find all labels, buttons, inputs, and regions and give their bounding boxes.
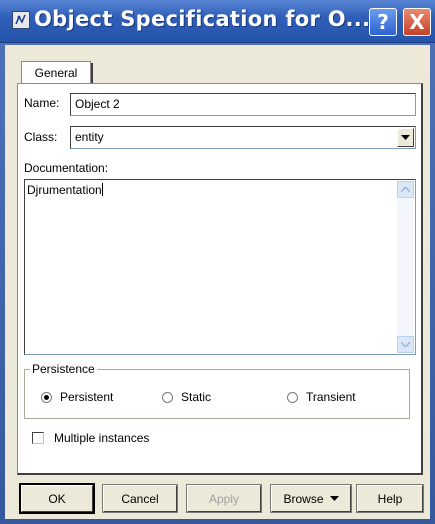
ok-button[interactable]: OK <box>19 483 95 514</box>
radio-persistent-circle[interactable] <box>41 391 52 403</box>
persistence-group: Persistence Persistent Static Transient <box>24 362 410 419</box>
help-icon[interactable]: ? <box>369 8 397 36</box>
ok-label: OK <box>48 491 66 506</box>
scroll-down-icon[interactable] <box>397 336 414 353</box>
persistent-radio[interactable]: Persistent <box>41 390 113 404</box>
cancel-button[interactable]: Cancel <box>102 484 178 513</box>
multiple-instances-label: Multiple instances <box>54 431 150 445</box>
documentation-text: Djrumentation <box>27 183 102 197</box>
class-combo-value: entity <box>75 130 104 144</box>
name-label-text: Name: <box>24 96 60 110</box>
radio-transient-circle[interactable] <box>287 391 298 403</box>
transient-radio[interactable]: Transient <box>287 390 356 404</box>
close-glyph: X <box>409 10 425 34</box>
help-glyph: ? <box>377 10 389 34</box>
name-field-value: Object 2 <box>75 97 120 111</box>
transient-label: Transient <box>306 390 356 404</box>
browse-label: Browse <box>283 491 324 506</box>
persistent-label: Persistent <box>60 390 114 404</box>
cancel-label: Cancel <box>121 491 159 506</box>
class-label-text: Class: <box>24 130 58 144</box>
checkbox-box[interactable] <box>32 432 44 444</box>
multiple-instances-checkbox[interactable]: Multiple instances <box>32 431 149 445</box>
documentation-label-text: Documentation: <box>24 161 109 175</box>
title-bar[interactable]: Object Specification for O... ? X <box>0 0 435 43</box>
apply-label: Apply <box>208 491 240 506</box>
apply-button: Apply <box>186 484 262 513</box>
scroll-up-icon[interactable] <box>397 181 414 198</box>
help-label: Help <box>377 491 403 506</box>
close-icon[interactable]: X <box>403 8 431 36</box>
window-icon <box>12 11 30 29</box>
dialog-client: General Name: Object 2 Class: entity Doc… <box>5 45 430 519</box>
window-title: Object Specification for O... <box>34 7 371 31</box>
tab-general-label: General <box>34 65 78 80</box>
static-label: Static <box>181 390 212 404</box>
browse-button[interactable]: Browse <box>270 484 352 513</box>
help-button[interactable]: Help <box>356 484 424 513</box>
radio-static-circle[interactable] <box>162 391 173 403</box>
general-panel: Name: Object 2 Class: entity Documentati… <box>17 83 423 475</box>
name-label: Name: <box>24 96 59 110</box>
tab-general[interactable]: General <box>21 61 93 84</box>
persistence-title: Persistence <box>30 362 97 376</box>
dropdown-arrow-icon[interactable] <box>397 128 414 147</box>
static-radio[interactable]: Static <box>162 390 211 404</box>
documentation-label: Documentation: <box>24 161 108 175</box>
text-caret <box>101 183 103 196</box>
documentation-textarea[interactable]: Djrumentation <box>24 179 416 355</box>
class-combo[interactable]: entity <box>70 126 416 149</box>
browse-arrow-icon <box>329 496 339 501</box>
documentation-scrollbar[interactable] <box>397 181 414 353</box>
class-label: Class: <box>24 130 57 144</box>
dialog-window: Object Specification for O... ? X Genera… <box>0 0 435 524</box>
name-field[interactable]: Object 2 <box>70 93 416 116</box>
